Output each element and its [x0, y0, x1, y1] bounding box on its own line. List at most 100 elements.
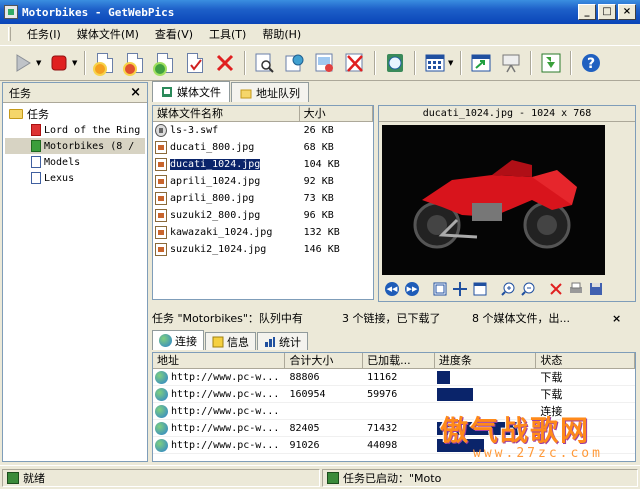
tree-item-lexus[interactable]: Lexus	[5, 170, 145, 186]
column-header-loaded[interactable]: 已加载...	[363, 353, 435, 368]
task-tree: 任务 Lord of the Ring Motorbikes (8 / Mode…	[3, 103, 147, 189]
menu-task[interactable]: 任务(I)	[19, 26, 69, 42]
tab-address-queue[interactable]: 地址队列	[231, 82, 309, 102]
file-size: 26 KB	[303, 125, 334, 136]
file-name: suzuki2_1024.jpg	[170, 244, 267, 255]
tab-connections[interactable]: 连接	[152, 330, 204, 350]
tree-item-motorbikes[interactable]: Motorbikes (8 /	[5, 138, 145, 154]
floppy-icon	[590, 283, 602, 295]
file-row[interactable]: ls-3.swf 26 KB	[153, 122, 373, 139]
actual-size-button[interactable]	[472, 281, 488, 297]
file-size: 132 KB	[303, 227, 340, 238]
menu-tools[interactable]: 工具(T)	[201, 26, 254, 42]
close-button[interactable]: ×	[618, 4, 636, 20]
file-row[interactable]: suzuki2_800.jpg 96 KB	[153, 207, 373, 224]
column-header-status[interactable]: 状态	[536, 353, 635, 368]
tab-media-files[interactable]: 媒体文件	[152, 81, 230, 102]
stop-button[interactable]	[47, 51, 71, 75]
task-name-text: 任务 "Motorbikes"：队列中有	[152, 312, 303, 325]
start-dropdown-icon[interactable]: ▼	[36, 59, 44, 67]
browse-button[interactable]	[313, 51, 337, 75]
task-links-text: 3 个链接，已下载了	[342, 312, 441, 325]
connection-row[interactable]: http://www.pc-w... 160954 59976 下载	[153, 386, 635, 403]
start-button[interactable]	[11, 51, 35, 75]
print-button[interactable]	[568, 281, 584, 297]
remove-button[interactable]	[343, 51, 367, 75]
slideshow-button[interactable]	[499, 51, 523, 75]
previous-button[interactable]: ◀◀	[384, 281, 400, 297]
fit-button[interactable]	[432, 281, 448, 297]
globe-icon	[155, 387, 168, 401]
help-button[interactable]: ?	[579, 51, 603, 75]
connection-url: http://www.pc-w...	[171, 372, 280, 384]
file-name: ls-3.swf	[170, 125, 219, 136]
minimize-button[interactable]: _	[578, 4, 596, 20]
watermark-title: 傲气战歌网	[440, 414, 591, 447]
delete-image-button[interactable]	[548, 281, 564, 297]
image-file-icon	[155, 243, 167, 256]
download-arrow-icon	[541, 53, 561, 73]
media-files-icon	[162, 87, 172, 97]
save-button[interactable]	[539, 51, 563, 75]
find-button[interactable]	[253, 51, 277, 75]
center-button[interactable]	[452, 281, 468, 297]
globe-icon	[155, 421, 168, 435]
zoom-in-button[interactable]	[500, 281, 516, 297]
file-row[interactable]: aprili_800.jpg 73 KB	[153, 190, 373, 207]
connection-loaded: 71432	[367, 422, 398, 434]
column-header-size[interactable]: 大小	[300, 106, 373, 121]
help-icon: ?	[582, 54, 600, 72]
delete-button[interactable]	[213, 51, 237, 75]
info-icon	[212, 336, 224, 347]
app-icon[interactable]	[4, 5, 18, 19]
column-header-progress[interactable]: 进度条	[435, 353, 537, 368]
bar-chart-icon	[265, 336, 275, 347]
connection-loaded: 11162	[367, 371, 398, 383]
connection-row[interactable]: http://www.pc-w... 88806 11162 下载	[153, 369, 635, 386]
export-button[interactable]	[469, 51, 493, 75]
close-task-panel-button[interactable]: ×	[612, 312, 621, 325]
menu-help[interactable]: 帮助(H)	[254, 26, 309, 42]
tree-item-lord-of-the-ring[interactable]: Lord of the Ring	[5, 122, 145, 138]
column-header-name[interactable]: 媒体文件名称	[153, 106, 300, 121]
link-button[interactable]	[283, 51, 307, 75]
connection-loaded: 44098	[367, 439, 398, 451]
new-task3-button[interactable]	[153, 51, 177, 75]
tree-root[interactable]: 任务	[5, 106, 145, 122]
refresh-button[interactable]	[383, 51, 407, 75]
file-name: aprili_1024.jpg	[170, 176, 261, 187]
new-task-button[interactable]	[93, 51, 117, 75]
view-button[interactable]	[423, 51, 447, 75]
connection-url: http://www.pc-w...	[171, 440, 280, 452]
column-header-total[interactable]: 合计大小	[285, 353, 364, 368]
maximize-button[interactable]: □	[598, 4, 616, 20]
view-dropdown-icon[interactable]: ▼	[448, 59, 456, 67]
file-row[interactable]: ducati_1024.jpg 104 KB	[153, 156, 373, 173]
task-running-icon	[31, 140, 41, 152]
column-header-address[interactable]: 地址	[153, 353, 286, 368]
search-doc-icon	[255, 53, 274, 73]
globe-icon	[387, 54, 403, 72]
previous-icon: ◀◀	[385, 282, 399, 296]
globe-icon	[155, 370, 168, 384]
tab-info[interactable]: 信息	[205, 332, 256, 350]
delete-icon	[550, 283, 562, 295]
file-row[interactable]: ducati_800.jpg 68 KB	[153, 139, 373, 156]
file-row[interactable]: aprili_1024.jpg 92 KB	[153, 173, 373, 190]
grid-view-icon	[425, 54, 445, 72]
tree-item-models[interactable]: Models	[5, 154, 145, 170]
menubar-grip[interactable]	[8, 27, 11, 41]
tab-statistics[interactable]: 统计	[257, 332, 308, 350]
new-task2-button[interactable]	[123, 51, 147, 75]
stop-dropdown-icon[interactable]: ▼	[72, 59, 80, 67]
menu-view[interactable]: 查看(V)	[147, 26, 201, 42]
file-row[interactable]: suzuki2_1024.jpg 146 KB	[153, 241, 373, 258]
zoom-out-button[interactable]	[520, 281, 536, 297]
save-image-button[interactable]	[588, 281, 604, 297]
next-button[interactable]: ▶▶	[404, 281, 420, 297]
file-row[interactable]: kawazaki_1024.jpg 132 KB	[153, 224, 373, 241]
properties-button[interactable]	[183, 51, 207, 75]
projector-icon	[502, 54, 520, 73]
close-pane-button[interactable]: ×	[130, 85, 141, 100]
menu-media[interactable]: 媒体文件(M)	[69, 26, 147, 42]
